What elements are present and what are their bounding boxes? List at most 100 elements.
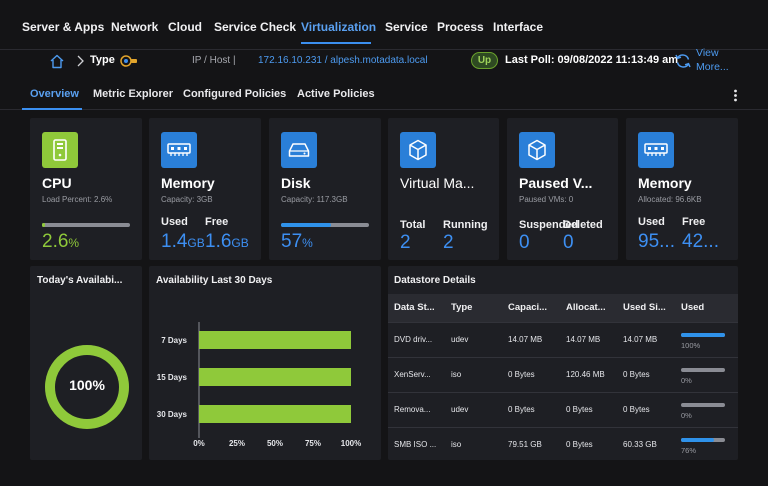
chart-bar — [199, 368, 351, 386]
today-availability-panel: Today's Availabi... 100% — [30, 266, 142, 460]
deleted-label: Deleted — [563, 219, 603, 231]
datastore-title: Datastore Details — [394, 275, 476, 286]
col-header-used[interactable]: Used — [675, 294, 738, 322]
table-row[interactable]: Remova... udev 0 Bytes 0 Bytes 0 Bytes 0… — [388, 391, 738, 427]
paused-vm-title: Paused V... — [519, 175, 593, 191]
cell-used-size: 14.07 MB — [617, 321, 675, 357]
vm-total-value: 2 — [400, 232, 411, 253]
more-options-icon[interactable] — [733, 89, 738, 102]
used-bar-fill — [681, 333, 725, 337]
disk-tile[interactable]: Disk Capacity: 117.3GB 57% — [269, 118, 381, 260]
paused-vm-subtitle: Paused VMs: 0 — [519, 195, 574, 204]
cell-used: 0% — [675, 391, 738, 427]
chart-category-label: 7 Days — [161, 336, 187, 345]
cell-used-size: 0 Bytes — [617, 356, 675, 392]
chart-bar — [199, 331, 351, 349]
nav-server-apps[interactable]: Server & Apps — [22, 20, 104, 34]
memory-allocated-title: Memory — [638, 175, 692, 191]
memory-free-value: 1.6GB — [205, 231, 249, 252]
disk-icon — [281, 132, 317, 168]
memory-icon — [161, 132, 197, 168]
chart-tick-label: 25% — [229, 439, 245, 448]
used-bar — [681, 333, 725, 337]
chart-tick-label: 0% — [193, 439, 205, 448]
cpu-tile[interactable]: CPU Load Percent: 2.6% 2.6% — [30, 118, 142, 260]
cell-type: iso — [445, 356, 502, 392]
paused-vms-tile[interactable]: Paused V... Paused VMs: 0 Suspended Dele… — [507, 118, 618, 260]
chart-tick-label: 75% — [305, 439, 321, 448]
nav-interface[interactable]: Interface — [493, 20, 543, 34]
cpu-progress-bar — [42, 223, 130, 227]
tab-overview[interactable]: Overview — [30, 88, 79, 100]
last-poll-text: Last Poll: 09/08/2022 11:13:49 am — [505, 54, 679, 66]
used-percent: 100% — [681, 341, 701, 350]
cpu-subtitle: Load Percent: 2.6% — [42, 195, 113, 204]
status-badge: Up — [471, 52, 498, 69]
cell-capacity: 79.51 GB — [502, 426, 560, 460]
vm-total-label: Total — [400, 219, 426, 231]
cell-capacity: 0 Bytes — [502, 391, 560, 427]
view-more-link[interactable]: View More... — [696, 46, 736, 74]
used-percent: 0% — [681, 376, 692, 385]
used-bar-fill — [681, 438, 715, 443]
disk-value: 57% — [281, 231, 313, 252]
memory-used-value: 1.4GB — [161, 231, 205, 252]
cell-type: iso — [445, 426, 502, 460]
vm-cube-icon — [400, 132, 436, 168]
table-row[interactable]: SMB ISO ... iso 79.51 GB 0 Bytes 60.33 G… — [388, 426, 738, 460]
vm-running-label: Running — [443, 219, 488, 231]
cell-name: Remova... — [388, 391, 445, 427]
top-navigation: Server & Apps Network Cloud Service Chec… — [0, 0, 768, 50]
table-row[interactable]: XenServ... iso 0 Bytes 120.46 MB 0 Bytes… — [388, 356, 738, 392]
chart-tick-label: 50% — [267, 439, 283, 448]
nav-cloud[interactable]: Cloud — [168, 20, 202, 34]
col-header-allocated[interactable]: Allocat... — [560, 294, 617, 322]
nav-service-check[interactable]: Service Check — [214, 20, 296, 34]
virtual-machines-tile[interactable]: Virtual Ma... Total Running 2 2 — [388, 118, 499, 260]
refresh-icon[interactable] — [674, 52, 692, 70]
nav-virtualization[interactable]: Virtualization — [301, 20, 376, 34]
datastore-table: Data St... Type Capaci... Allocat... Use… — [388, 294, 738, 460]
memory-subtitle: Capacity: 3GB — [161, 195, 213, 204]
table-row[interactable]: DVD driv... udev 14.07 MB 14.07 MB 14.07… — [388, 321, 738, 357]
type-label: Type — [90, 54, 115, 66]
availability-bar-chart: 7 Days 15 Days 30 Days 0% 25% 50% 75% 100% — [157, 322, 361, 448]
col-header-type[interactable]: Type — [445, 294, 502, 322]
memory-allocated-used-label: Used — [638, 216, 665, 228]
col-header-capacity[interactable]: Capaci... — [502, 294, 560, 322]
disk-subtitle: Capacity: 117.3GB — [281, 195, 348, 204]
tab-metric-explorer[interactable]: Metric Explorer — [93, 88, 173, 100]
cell-used: 100% — [675, 321, 738, 357]
disk-progress-bar — [281, 223, 369, 227]
used-percent: 76% — [681, 446, 697, 456]
ip-host-value[interactable]: 172.16.10.231 / alpesh.motadata.local — [258, 55, 428, 66]
active-nav-underline — [301, 42, 371, 44]
vm-title: Virtual Ma... — [400, 175, 475, 191]
tab-configured-policies[interactable]: Configured Policies — [183, 88, 286, 100]
cell-used: 76% — [675, 426, 738, 460]
ip-host-label: IP / Host | — [192, 55, 236, 66]
tab-active-policies[interactable]: Active Policies — [297, 88, 375, 100]
col-header-used-size[interactable]: Used Si... — [617, 294, 675, 322]
cell-used-size: 60.33 GB — [617, 426, 675, 460]
breadcrumb: Type IP / Host | 172.16.10.231 / alpesh.… — [20, 47, 748, 74]
nav-process[interactable]: Process — [437, 20, 484, 34]
active-tab-underline — [22, 108, 82, 110]
disk-title: Disk — [281, 175, 311, 191]
memory-free-label: Free — [205, 216, 229, 228]
memory-allocated-tile[interactable]: Memory Allocated: 96.6KB Used Free 95...… — [626, 118, 738, 260]
availability-percent: 100% — [69, 377, 105, 393]
memory-tile[interactable]: Memory Capacity: 3GB Used Free 1.4GB 1.6… — [149, 118, 261, 260]
used-bar — [681, 403, 725, 407]
cell-capacity: 14.07 MB — [502, 321, 560, 357]
memory-allocated-icon — [638, 132, 674, 168]
col-header-data-store[interactable]: Data St... — [388, 294, 445, 322]
cell-name: SMB ISO ... — [388, 426, 445, 460]
today-availability-title: Today's Availabi... — [37, 275, 123, 286]
nav-service[interactable]: Service — [385, 20, 428, 34]
vm-running-value: 2 — [443, 232, 454, 253]
chart-bar — [199, 405, 351, 423]
nav-network[interactable]: Network — [111, 20, 158, 34]
cell-allocated: 0 Bytes — [560, 391, 617, 427]
home-icon[interactable] — [49, 54, 65, 69]
